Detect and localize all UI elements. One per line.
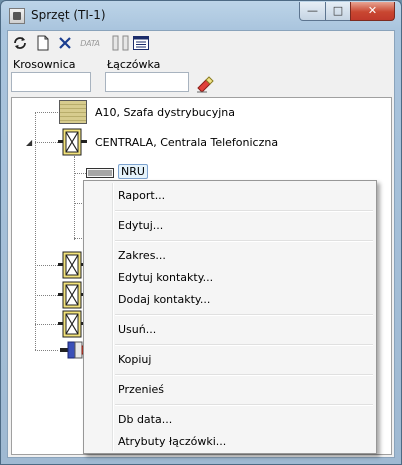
tree-connector — [74, 173, 86, 174]
maximize-button[interactable]: □ — [325, 2, 351, 21]
eraser-icon — [197, 76, 214, 93]
list-view-button[interactable] — [132, 34, 150, 52]
close-button[interactable]: ✕ — [350, 2, 395, 21]
data-icon: DATA — [80, 38, 100, 48]
menu-item-db-data[interactable]: Db data... — [118, 413, 172, 426]
collapse-arrow-icon[interactable]: ◢ — [26, 138, 32, 147]
menu-item-kopiuj[interactable]: Kopiuj — [118, 353, 151, 366]
tree-node-a10[interactable]: A10, Szafa dystrybucyjna — [95, 106, 235, 119]
new-document-button[interactable] — [34, 34, 52, 52]
laczowka-field[interactable] — [105, 72, 189, 92]
krosownica-label: Krosownica — [13, 58, 76, 71]
tree-connector — [35, 295, 58, 296]
tree-connector — [35, 112, 58, 113]
delete-button[interactable] — [56, 34, 74, 52]
context-menu: Raport... Edytuj... Zakres... Edytuj kon… — [83, 180, 377, 454]
data-button[interactable]: DATA — [78, 34, 102, 52]
toolbar: DATA — [8, 31, 394, 56]
menu-item-edytuj[interactable]: Edytuj... — [118, 219, 163, 232]
app-icon — [9, 8, 25, 24]
menu-separator — [115, 240, 373, 242]
app-window: Sprzęt (TI-1) — □ ✕ DATA Krosownica Łącz… — [0, 0, 402, 465]
tree-node-centrala[interactable]: CENTRALA, Centrala Telefoniczna — [95, 136, 278, 149]
title-bar[interactable]: Sprzęt (TI-1) — □ ✕ — [1, 1, 401, 29]
menu-separator — [115, 210, 373, 212]
switchboard-icon — [58, 128, 88, 156]
cabinet-icon — [59, 100, 87, 124]
menu-item-przenies[interactable]: Przenieś — [118, 383, 164, 396]
delete-icon — [59, 37, 71, 49]
new-document-icon — [37, 35, 49, 51]
columns-button[interactable] — [108, 34, 134, 52]
columns-icon — [112, 35, 129, 51]
block-icon — [86, 168, 114, 178]
window-title: Sprzęt (TI-1) — [31, 8, 106, 22]
refresh-button[interactable] — [11, 34, 29, 52]
menu-separator — [115, 374, 373, 376]
tree-node-nru[interactable]: NRU — [118, 164, 148, 179]
menu-separator — [115, 344, 373, 346]
menu-gutter — [112, 183, 114, 451]
tree-connector — [74, 156, 75, 240]
menu-item-raport[interactable]: Raport... — [118, 189, 165, 202]
laczowka-label: Łączówka — [107, 58, 161, 71]
minimize-button[interactable]: — — [299, 2, 326, 21]
menu-separator — [115, 404, 373, 406]
tree-connector — [35, 112, 36, 350]
tree-connector — [35, 265, 58, 266]
list-view-icon — [133, 36, 149, 50]
menu-separator — [115, 314, 373, 316]
tree-connector — [35, 350, 58, 351]
tree-connector — [35, 324, 58, 325]
menu-item-edytuj-kontakty[interactable]: Edytuj kontakty... — [118, 271, 213, 284]
menu-item-zakres[interactable]: Zakres... — [118, 249, 166, 262]
clear-filter-button[interactable] — [195, 73, 215, 93]
krosownica-field[interactable] — [11, 72, 91, 92]
menu-item-dodaj-kontakty[interactable]: Dodaj kontakty... — [118, 293, 210, 306]
menu-item-usun[interactable]: Usuń... — [118, 323, 156, 336]
menu-item-atrybuty-laczowki[interactable]: Atrybuty łączówki... — [118, 435, 226, 448]
tree-connector — [35, 142, 58, 143]
refresh-icon — [14, 37, 26, 49]
